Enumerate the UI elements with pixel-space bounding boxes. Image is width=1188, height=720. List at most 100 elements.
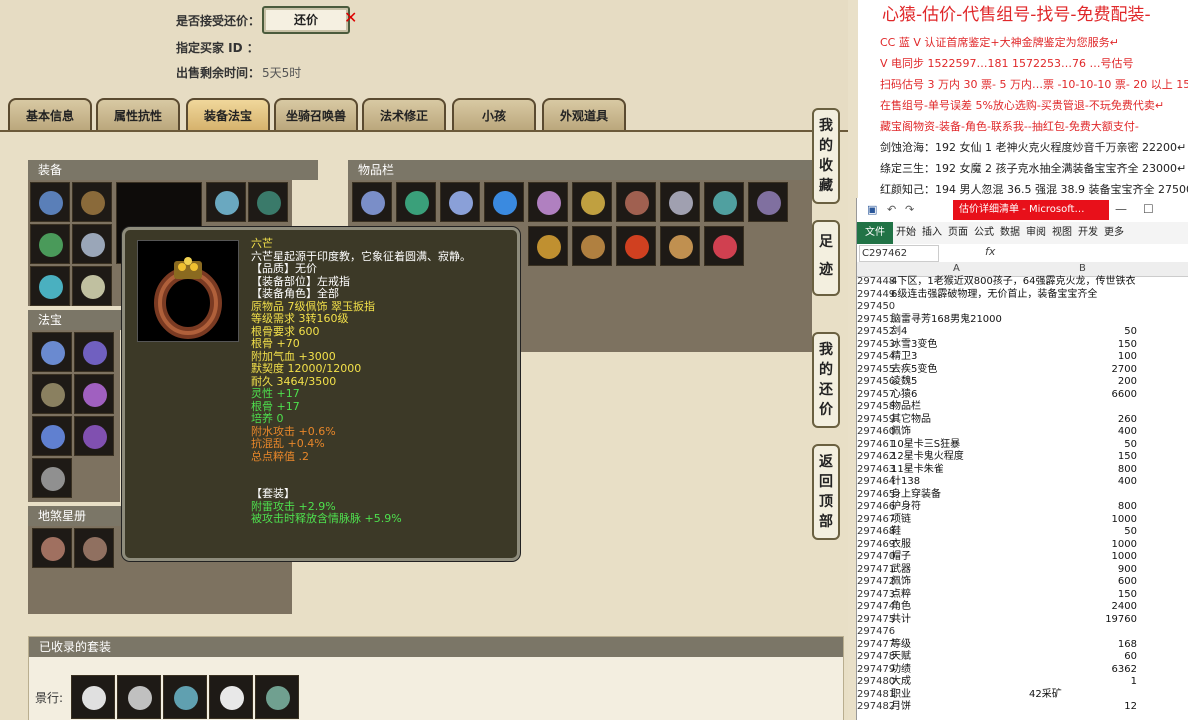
table-row[interactable]: 297475 共计 19760 [857,614,1188,627]
table-row[interactable]: 297478 天赋 60 [857,651,1188,664]
table-row[interactable]: 297459 其它物品 260 [857,414,1188,427]
suit-item[interactable] [255,675,299,719]
table-row[interactable]: 297451 脑雷寻芳168男鬼21000 [857,314,1188,327]
fabao-item[interactable] [74,332,114,372]
cell-b[interactable]: 168 [1027,639,1137,652]
close-icon[interactable]: ✕ [344,8,357,27]
my-favorites-button[interactable]: 我的收藏 [812,108,840,204]
cell-b[interactable]: 1000 [1027,539,1137,552]
cell-b[interactable]: 1 [1027,676,1137,689]
cell-a[interactable]: 衣服 [891,539,911,552]
inventory-item[interactable] [572,226,612,266]
cell-b[interactable]: 260 [1027,414,1137,427]
equip-slot-necklace[interactable] [206,182,246,222]
cell-a[interactable]: 剑4 [891,326,907,339]
cell-b[interactable]: 60 [1027,651,1137,664]
footprint-button[interactable]: 足迹 [812,220,840,296]
table-row[interactable]: 297467 项链 1000 [857,514,1188,527]
table-row[interactable]: 297472 佩饰 600 [857,576,1188,589]
table-row[interactable]: 297469 衣服 1000 [857,539,1188,552]
table-row[interactable]: 297482 月饼 12 [857,701,1188,714]
suit-item[interactable] [209,675,253,719]
cell-a[interactable]: 功绩 [891,664,911,677]
cell-b[interactable]: 800 [1027,464,1137,477]
cell-b[interactable]: 400 [1027,426,1137,439]
table-row[interactable]: 297465 身上穿装备 [857,489,1188,502]
cell-a[interactable]: 脑雷寻芳168男鬼21000 [891,314,1002,327]
table-row[interactable]: 297462 12星卡鬼火程度 150 [857,451,1188,464]
cell-a[interactable]: 帽子 [891,551,911,564]
inventory-item[interactable] [660,226,700,266]
cell-b[interactable]: 6362 [1027,664,1137,677]
cell-a[interactable]: 佩饰 [891,576,911,589]
fabao-item[interactable] [32,458,72,498]
column-header-b[interactable]: B [1079,263,1086,274]
star-card-item[interactable] [74,528,114,568]
table-row[interactable]: 297452 剑4 50 [857,326,1188,339]
cell-b[interactable]: 150 [1027,339,1137,352]
inventory-item[interactable] [352,182,392,222]
excel-window-title[interactable]: 估价详细清单 - Microsoft… [953,200,1109,220]
cell-a[interactable]: 冰雪3变色 [891,339,937,352]
ribbon-tab[interactable]: 开发 [1075,222,1101,244]
table-row[interactable]: 297463 11星卡朱雀 800 [857,464,1188,477]
cell-a[interactable]: 鞋 [891,526,901,539]
tab-attributes[interactable]: 属性抗性 [96,98,180,132]
back-to-top-button[interactable]: 返回顶部 [812,444,840,540]
cell-a[interactable]: 11星卡朱雀 [891,464,944,477]
cell-a[interactable]: 角色 [891,601,911,614]
suit-item[interactable] [71,675,115,719]
table-row[interactable]: 297471 武器 900 [857,564,1188,577]
table-row[interactable]: 297460 佩饰 400 [857,426,1188,439]
name-box[interactable]: C297462 [859,245,939,262]
ribbon-tab[interactable]: 页面 [945,222,971,244]
cell-a[interactable]: 身上穿装备 [891,489,941,502]
tab-spell-mods[interactable]: 法术修正 [362,98,446,132]
fabao-item[interactable] [32,416,72,456]
fabao-item[interactable] [74,374,114,414]
table-row[interactable]: 297477 等级 168 [857,639,1188,652]
fabao-item[interactable] [32,374,72,414]
maximize-icon[interactable]: ☐ [1143,202,1154,216]
save-icon[interactable]: ▣ [867,203,877,216]
tab-children[interactable]: 小孩 [452,98,536,132]
cell-b[interactable]: 900 [1027,564,1137,577]
table-row[interactable]: 297456 凌魏5 200 [857,376,1188,389]
inventory-item[interactable] [660,182,700,222]
undo-icon[interactable]: ↶ [887,203,896,216]
cell-b[interactable]: 2400 [1027,601,1137,614]
table-row[interactable]: 297479 功绩 6362 [857,664,1188,677]
cell-a[interactable]: 4下区，1老猴近双800孩子，64强霹克火龙，传世铁衣 [891,276,1136,289]
inventory-item[interactable] [528,226,568,266]
cell-a[interactable]: 物品栏 [891,401,921,414]
equip-slot-helmet[interactable] [30,182,70,222]
table-row[interactable]: 297457 心猿6 6600 [857,389,1188,402]
counter-offer-button[interactable]: 还价 [262,6,350,34]
ribbon-tab[interactable]: 数据 [997,222,1023,244]
table-row[interactable]: 297468 鞋 50 [857,526,1188,539]
suit-item[interactable] [163,675,207,719]
cell-b[interactable]: 2700 [1027,364,1137,377]
cell-a[interactable]: 职业 [891,689,911,702]
cell-a[interactable]: 去疾5变色 [891,364,937,377]
my-counter-offers-button[interactable]: 我的还价 [812,332,840,428]
ribbon-tab[interactable]: 文件 [857,222,893,244]
cell-a[interactable]: 护身符 [891,501,921,514]
table-row[interactable]: 297474 角色 2400 [857,601,1188,614]
cell-a[interactable]: 点粹 [891,589,911,602]
cell-b[interactable]: 100 [1027,351,1137,364]
cell-b[interactable]: 150 [1027,451,1137,464]
cell-a[interactable]: 项链 [891,514,911,527]
table-row[interactable]: 297449 6级连击强霹破物理，无价首止，装备宝宝齐全 [857,289,1188,302]
table-row[interactable]: 297461 10星卡三S狂暴 50 [857,439,1188,452]
equip-slot-sword[interactable] [30,224,70,264]
ribbon-tab[interactable]: 插入 [919,222,945,244]
cell-b[interactable]: 800 [1027,501,1137,514]
tab-basic-info[interactable]: 基本信息 [8,98,92,132]
cell-a[interactable]: 佩饰 [891,426,911,439]
cell-b[interactable]: 1000 [1027,551,1137,564]
cell-a[interactable]: 精卫3 [891,351,917,364]
ribbon-tab[interactable]: 审阅 [1023,222,1049,244]
table-row[interactable]: 297450 [857,301,1188,314]
cell-a[interactable]: 月饼 [891,701,911,714]
